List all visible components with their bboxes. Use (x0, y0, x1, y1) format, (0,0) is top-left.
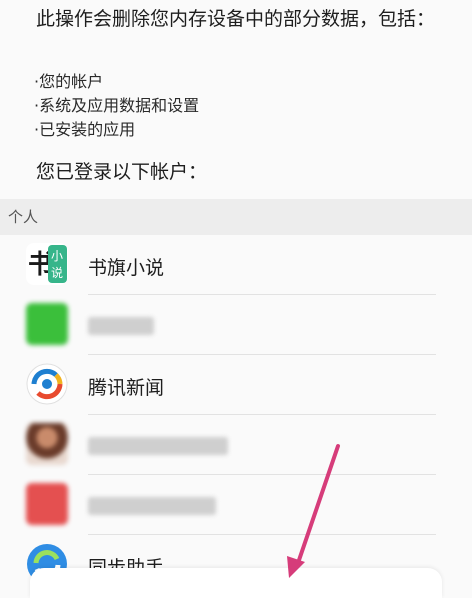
section-label: 个人 (8, 208, 39, 226)
list-item: ·您的帐户 (34, 72, 104, 91)
shuqi-novel-icon: 书 小 说 (26, 243, 68, 285)
tencent-news-icon (26, 363, 68, 405)
warning-text: 此操作会删除您内存设备中的部分数据，包括： (36, 8, 436, 30)
account-row-tencent-news[interactable]: 腾讯新闻 (0, 355, 472, 415)
account-row-shuqi[interactable]: 书 小 说 书旗小说 (0, 235, 472, 295)
accounts-heading: 您已登录以下帐户： (36, 161, 208, 183)
blurred-account-name (88, 317, 154, 335)
account-row-red-app[interactable] (0, 475, 472, 535)
shuqi-novel-glyph: 书 小 说 (26, 243, 68, 285)
account-row-wechat[interactable] (0, 295, 472, 355)
section-header-personal: 个人 (0, 199, 472, 235)
bottom-sheet (30, 568, 442, 598)
account-list: 书 小 说 书旗小说 腾讯新闻 (0, 235, 472, 595)
blurred-account-name (88, 437, 228, 455)
account-name: 腾讯新闻 (88, 377, 165, 399)
account-row-avatar[interactable] (0, 415, 472, 475)
account-name: 书旗小说 (88, 257, 165, 279)
shuqi-badge-top: 小 (51, 249, 63, 263)
tencent-news-glyph (26, 363, 68, 405)
list-item: ·已安装的应用 (34, 120, 136, 139)
avatar-icon (26, 423, 68, 465)
data-list: ·您的帐户 ·系统及应用数据和设置 ·已安装的应用 (34, 70, 199, 142)
shuqi-badge-bottom: 说 (51, 265, 63, 280)
wechat-icon (26, 303, 68, 345)
red-app-icon (26, 483, 68, 525)
list-item: ·系统及应用数据和设置 (34, 96, 200, 115)
blurred-account-name (88, 497, 216, 515)
